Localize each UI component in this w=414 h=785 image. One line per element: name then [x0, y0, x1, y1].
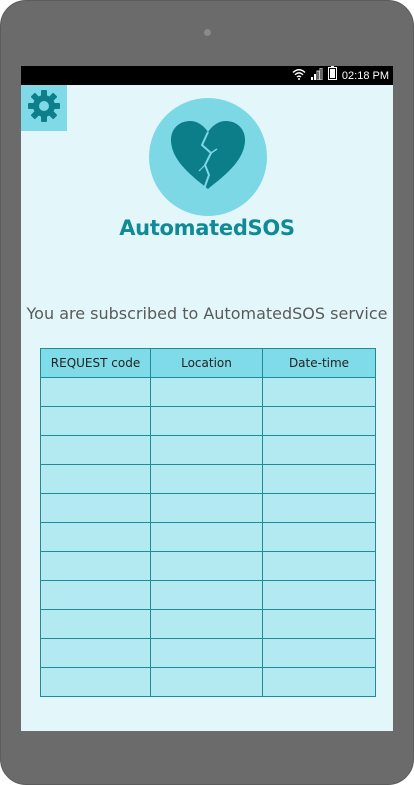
table-row	[40, 609, 376, 639]
table-row	[40, 522, 376, 552]
broken-heart-icon	[169, 119, 247, 196]
table-cell	[150, 493, 263, 523]
subscription-status: You are subscribed to AutomatedSOS servi…	[26, 304, 388, 323]
table-cell	[262, 435, 376, 465]
table-cell	[40, 609, 151, 639]
table-row	[40, 580, 376, 610]
table-cell	[262, 493, 376, 523]
table-cell	[40, 638, 151, 668]
header-location: Location	[150, 348, 263, 378]
battery-icon	[327, 66, 337, 85]
table-cell	[150, 580, 263, 610]
table-cell	[40, 667, 151, 697]
table-cell	[262, 464, 376, 494]
app-title: AutomatedSOS	[119, 216, 295, 240]
table-cell	[150, 667, 263, 697]
table-cell	[40, 580, 151, 610]
settings-button[interactable]	[21, 85, 67, 131]
table-cell	[40, 551, 151, 581]
table-cell	[150, 435, 263, 465]
table-cell	[262, 667, 376, 697]
table-row	[40, 551, 376, 581]
table-cell	[150, 609, 263, 639]
table-cell	[40, 377, 151, 407]
table-cell	[262, 580, 376, 610]
table-cell	[262, 551, 376, 581]
table-row	[40, 493, 376, 523]
table-cell	[262, 522, 376, 552]
signal-icon	[310, 67, 323, 85]
table-row	[40, 464, 376, 494]
header-request-code: REQUEST code	[40, 348, 151, 378]
wifi-icon	[292, 67, 306, 85]
table-cell	[262, 377, 376, 407]
table-cell	[150, 522, 263, 552]
app-logo	[149, 98, 267, 216]
table-row	[40, 377, 376, 407]
table-row	[40, 435, 376, 465]
table-body	[40, 377, 376, 697]
requests-table: REQUEST code Location Date-time	[40, 348, 376, 697]
table-cell	[40, 493, 151, 523]
table-cell	[40, 522, 151, 552]
table-row	[40, 406, 376, 436]
table-header-row: REQUEST code Location Date-time	[40, 348, 376, 378]
table-cell	[150, 464, 263, 494]
app-screen: 02:18 PM AutomatedSOS You are subscribed…	[21, 66, 393, 731]
table-cell	[150, 638, 263, 668]
device-frame: 02:18 PM AutomatedSOS You are subscribed…	[0, 0, 414, 785]
header-date-time: Date-time	[262, 348, 376, 378]
table-row	[40, 667, 376, 697]
gear-icon	[26, 88, 62, 129]
table-cell	[40, 406, 151, 436]
status-time: 02:18 PM	[341, 69, 389, 82]
table-row	[40, 638, 376, 668]
front-camera	[204, 29, 211, 36]
table-cell	[150, 377, 263, 407]
table-cell	[40, 464, 151, 494]
table-cell	[262, 609, 376, 639]
table-cell	[150, 551, 263, 581]
table-cell	[262, 406, 376, 436]
table-cell	[150, 406, 263, 436]
status-bar: 02:18 PM	[21, 66, 393, 85]
table-cell	[40, 435, 151, 465]
status-icons: 02:18 PM	[292, 66, 389, 85]
table-cell	[262, 638, 376, 668]
